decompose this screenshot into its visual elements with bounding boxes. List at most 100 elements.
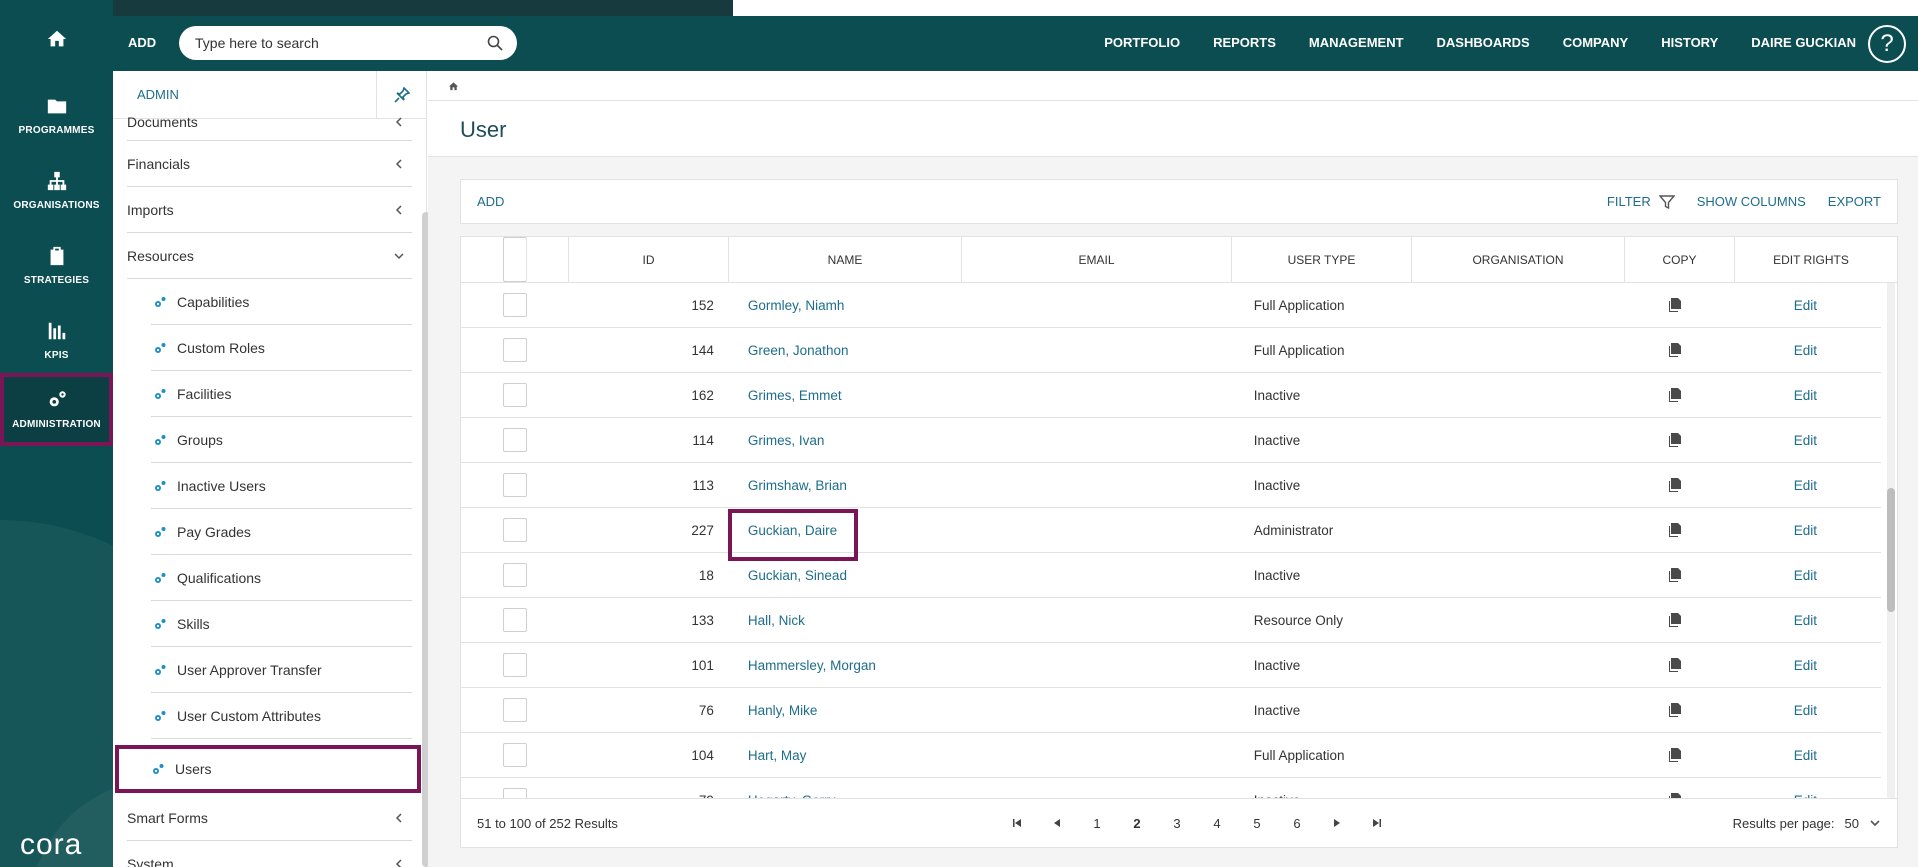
copy-icon[interactable] [1668, 478, 1682, 492]
nav-dashboards[interactable]: DASHBOARDS [1437, 35, 1530, 50]
user-name-link[interactable]: Grimes, Ivan [728, 418, 960, 462]
nav-user-menu[interactable]: DAIRE GUCKIAN [1751, 35, 1856, 50]
search-box[interactable] [179, 26, 517, 60]
edit-link[interactable]: Edit [1730, 418, 1881, 462]
page-4[interactable]: 4 [1197, 816, 1237, 831]
rail-item-administration[interactable]: ADMINISTRATION [0, 373, 113, 446]
user-name-link[interactable]: Gormley, Niamh [728, 283, 960, 327]
row-checkbox[interactable] [502, 383, 527, 407]
add-user-button[interactable]: ADD [477, 194, 504, 209]
copy-icon[interactable] [1668, 298, 1682, 312]
copy-icon[interactable] [1668, 613, 1682, 627]
page-2-current[interactable]: 2 [1117, 816, 1157, 831]
filter-button[interactable]: FILTER [1607, 194, 1675, 210]
show-columns-button[interactable]: SHOW COLUMNS [1697, 194, 1806, 209]
sidebar-section-imports[interactable]: Imports [127, 187, 412, 233]
edit-link[interactable]: Edit [1730, 373, 1881, 417]
column-header-organisation[interactable]: ORGANISATION [1412, 237, 1625, 282]
help-button[interactable]: ? [1868, 25, 1906, 63]
row-checkbox[interactable] [502, 338, 527, 362]
edit-link[interactable]: Edit [1730, 733, 1881, 777]
user-name-link[interactable]: Green, Jonathon [728, 328, 960, 372]
sidebar-item-users[interactable]: Users [115, 745, 421, 793]
sidebar-section-resources[interactable]: Resources [127, 233, 412, 279]
user-name-link[interactable]: Hammersley, Morgan [728, 643, 960, 687]
export-button[interactable]: EXPORT [1828, 194, 1881, 209]
row-checkbox[interactable] [502, 428, 527, 452]
sidebar-item-custom-roles[interactable]: Custom Roles [151, 325, 412, 371]
row-checkbox[interactable] [502, 698, 527, 722]
sidebar-item-groups[interactable]: Groups [151, 417, 412, 463]
sidebar-item-qualifications[interactable]: Qualifications [151, 555, 412, 601]
copy-icon[interactable] [1668, 703, 1682, 717]
page-3[interactable]: 3 [1157, 816, 1197, 831]
column-header-email[interactable]: EMAIL [962, 237, 1232, 282]
edit-link[interactable]: Edit [1730, 643, 1881, 687]
table-scrollbar[interactable] [1887, 283, 1895, 803]
home-icon[interactable] [448, 81, 459, 92]
copy-icon[interactable] [1668, 748, 1682, 762]
rail-item-strategies[interactable]: STRATEGIES [0, 228, 113, 303]
results-per-page-select[interactable]: 50 [1845, 816, 1859, 831]
column-header-name[interactable]: NAME [729, 237, 962, 282]
edit-link[interactable]: Edit [1730, 283, 1881, 327]
column-header-id[interactable]: ID [569, 237, 729, 282]
next-page-button[interactable] [1317, 816, 1357, 831]
row-checkbox[interactable] [502, 653, 527, 677]
copy-icon[interactable] [1668, 388, 1682, 402]
row-checkbox[interactable] [502, 518, 527, 542]
sidebar-item-skills[interactable]: Skills [151, 601, 412, 647]
nav-reports[interactable]: REPORTS [1213, 35, 1276, 50]
sidebar-item-pay-grades[interactable]: Pay Grades [151, 509, 412, 555]
user-name-link[interactable]: Guckian, Sinead [728, 553, 960, 597]
sidebar-section-system[interactable]: System [127, 841, 412, 867]
search-input[interactable] [195, 35, 487, 51]
sidebar-item-user-approver-transfer[interactable]: User Approver Transfer [151, 647, 412, 693]
copy-icon[interactable] [1668, 568, 1682, 582]
edit-link[interactable]: Edit [1730, 463, 1881, 507]
user-name-link[interactable]: Hall, Nick [728, 598, 960, 642]
user-name-link[interactable]: Hanly, Mike [728, 688, 960, 732]
row-checkbox[interactable] [502, 743, 527, 767]
sidebar-section-documents[interactable]: Documents [127, 103, 412, 141]
sidebar-title[interactable]: ADMIN [137, 87, 179, 102]
rail-item-organisations[interactable]: ORGANISATIONS [0, 153, 113, 228]
nav-history[interactable]: HISTORY [1661, 35, 1718, 50]
copy-icon[interactable] [1668, 523, 1682, 537]
edit-link[interactable]: Edit [1730, 598, 1881, 642]
first-page-button[interactable] [997, 816, 1037, 831]
user-name-link[interactable]: Grimes, Emmet [728, 373, 960, 417]
page-5[interactable]: 5 [1237, 816, 1277, 831]
edit-link[interactable]: Edit [1730, 553, 1881, 597]
page-6[interactable]: 6 [1277, 816, 1317, 831]
sidebar-section-financials[interactable]: Financials [127, 141, 412, 187]
sidebar-item-facilities[interactable]: Facilities [151, 371, 412, 417]
row-checkbox[interactable] [502, 293, 527, 317]
home-button[interactable] [0, 8, 113, 78]
nav-company[interactable]: COMPANY [1563, 35, 1628, 50]
page-1[interactable]: 1 [1077, 816, 1117, 831]
copy-icon[interactable] [1668, 658, 1682, 672]
chevron-down-icon[interactable] [1869, 817, 1881, 829]
row-checkbox[interactable] [502, 563, 527, 587]
rail-item-programmes[interactable]: PROGRAMMES [0, 78, 113, 153]
edit-link[interactable]: Edit [1730, 508, 1881, 552]
user-name-link[interactable]: Hart, May [728, 733, 960, 777]
rail-item-kpis[interactable]: KPIS [0, 303, 113, 378]
edit-link[interactable]: Edit [1730, 328, 1881, 372]
user-name-link-highlighted[interactable]: Guckian, Daire [727, 508, 960, 561]
row-checkbox[interactable] [502, 608, 527, 632]
row-checkbox[interactable] [502, 473, 527, 497]
sidebar-item-inactive-users[interactable]: Inactive Users [151, 463, 412, 509]
nav-management[interactable]: MANAGEMENT [1309, 35, 1404, 50]
column-header-user-type[interactable]: USER TYPE [1232, 237, 1412, 282]
sidebar-item-capabilities[interactable]: Capabilities [151, 279, 412, 325]
sidebar-section-smart-forms[interactable]: Smart Forms [127, 795, 412, 841]
edit-link[interactable]: Edit [1730, 688, 1881, 732]
user-name-link[interactable]: Grimshaw, Brian [728, 463, 960, 507]
scrollbar-thumb[interactable] [1887, 488, 1895, 612]
copy-icon[interactable] [1668, 433, 1682, 447]
last-page-button[interactable] [1357, 816, 1397, 831]
prev-page-button[interactable] [1037, 816, 1077, 831]
add-button[interactable]: ADD [128, 35, 156, 50]
